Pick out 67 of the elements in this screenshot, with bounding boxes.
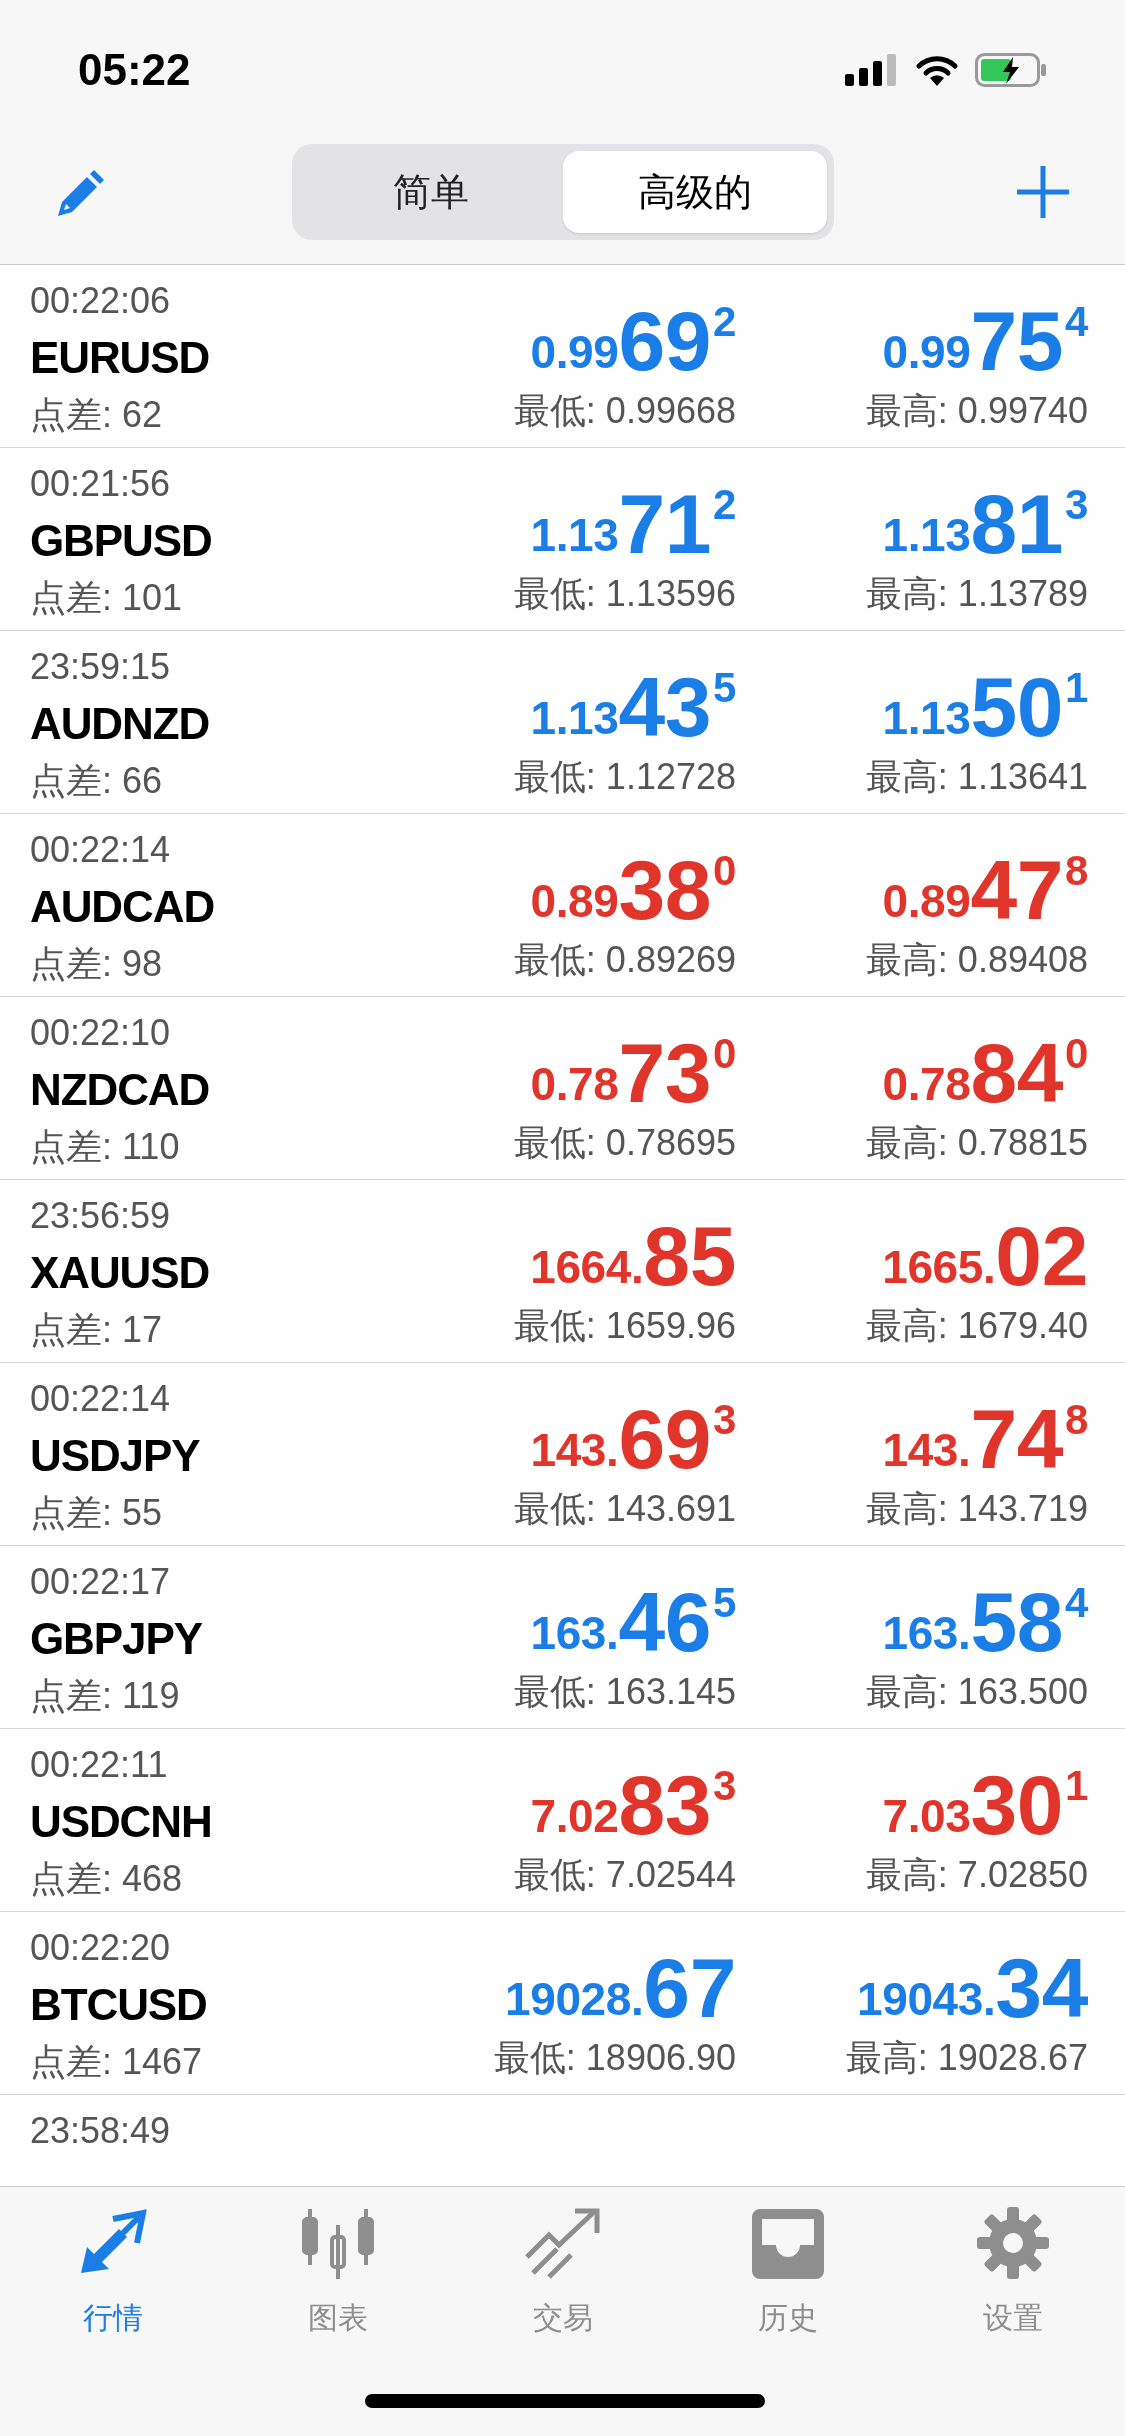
- clock-time: 05:22: [78, 44, 191, 96]
- low-price: 最低: 163.145: [513, 1670, 736, 1714]
- segment-tab[interactable]: 简单: [298, 151, 563, 233]
- spread-text: 点差: 119: [30, 1674, 181, 1718]
- spread-text: 点差: 1467: [30, 2040, 204, 2084]
- tab-bar-item[interactable]: 设置: [900, 2207, 1125, 2340]
- spread-text: 点差: 66: [30, 759, 164, 803]
- low-price: 最低: 0.89269: [513, 938, 736, 982]
- quote-time: 00:22:06: [30, 279, 172, 323]
- quote-time: 00:22:11: [30, 1743, 169, 1787]
- add-icon[interactable]: [1015, 164, 1071, 220]
- low-price: 最低: 143.691: [513, 1487, 736, 1531]
- price-value: 1664.85: [530, 1214, 736, 1302]
- symbol-name: EURUSD: [30, 332, 211, 384]
- high-price: 最高: 19028.67: [845, 2036, 1088, 2080]
- symbol-name: GBPJPY: [30, 1613, 203, 1665]
- spread-text: 点差: 17: [30, 1308, 164, 1352]
- tab-bar-item[interactable]: 行情: [0, 2207, 225, 2340]
- spread-text: 点差: 110: [30, 1125, 181, 1169]
- low-price: 最低: 7.02544: [513, 1853, 736, 1897]
- high-price: 最高: 163.500: [865, 1670, 1088, 1714]
- symbol-name: AUDNZD: [30, 698, 211, 750]
- quote-time: 00:22:17: [30, 1560, 172, 1604]
- low-price: 最低: 0.78695: [513, 1121, 736, 1165]
- segment-tab[interactable]: 高级的: [562, 151, 827, 233]
- symbol-name: USDCNH: [30, 1796, 213, 1848]
- low-price: 最低: 1.13596: [513, 572, 736, 616]
- quote-time: 00:22:14: [30, 1377, 172, 1421]
- symbol-name: BTCUSD: [30, 1979, 208, 2031]
- symbol-name: USDJPY: [30, 1430, 201, 1482]
- high-price: 最高: 0.99740: [865, 389, 1088, 433]
- high-price: 最高: 0.78815: [865, 1121, 1088, 1165]
- price-value: 19028.67: [505, 1946, 736, 2034]
- high-price: 最高: 7.02850: [865, 1853, 1088, 1897]
- signal-icon: [845, 54, 899, 86]
- tab-bar-item[interactable]: 交易: [450, 2207, 675, 2340]
- symbol-name: NZDCAD: [30, 1064, 211, 1116]
- spread-text: 点差: 101: [30, 576, 184, 620]
- symbol-name: AUDCAD: [30, 881, 216, 933]
- high-price: 最高: 1679.40: [865, 1304, 1088, 1348]
- high-price: 最高: 1.13789: [865, 572, 1088, 616]
- spread-text: 点差: 62: [30, 393, 164, 437]
- wifi-icon: [915, 54, 959, 86]
- quote-time: 23:59:15: [30, 645, 172, 689]
- quote-time: 00:22:20: [30, 1926, 172, 1970]
- spread-text: 点差: 55: [30, 1491, 164, 1535]
- quote-time: 23:58:49: [30, 2109, 172, 2153]
- battery-icon: [975, 53, 1047, 87]
- low-price: 最低: 1659.96: [513, 1304, 736, 1348]
- high-price: 最高: 1.13641: [865, 755, 1088, 799]
- price-value: 1665.02: [882, 1214, 1088, 1302]
- quote-time: 00:22:14: [30, 828, 172, 872]
- quote-time: 23:56:59: [30, 1194, 172, 1238]
- quote-time: 00:21:56: [30, 462, 172, 506]
- high-price: 最高: 143.719: [865, 1487, 1088, 1531]
- quote-time: 00:22:10: [30, 1011, 172, 1055]
- symbol-name: XAUUSD: [30, 1247, 211, 1299]
- low-price: 最低: 0.99668: [513, 389, 736, 433]
- high-price: 最高: 0.89408: [865, 938, 1088, 982]
- low-price: 最低: 18906.90: [493, 2036, 736, 2080]
- tab-bar-item[interactable]: 图表: [225, 2207, 450, 2340]
- spread-text: 点差: 98: [30, 942, 164, 986]
- tab-bar-item[interactable]: 历史: [675, 2207, 900, 2340]
- low-price: 最低: 1.12728: [513, 755, 736, 799]
- price-value: 19043.34: [857, 1946, 1088, 2034]
- symbol-name: GBPUSD: [30, 515, 213, 567]
- spread-text: 点差: 468: [30, 1857, 184, 1901]
